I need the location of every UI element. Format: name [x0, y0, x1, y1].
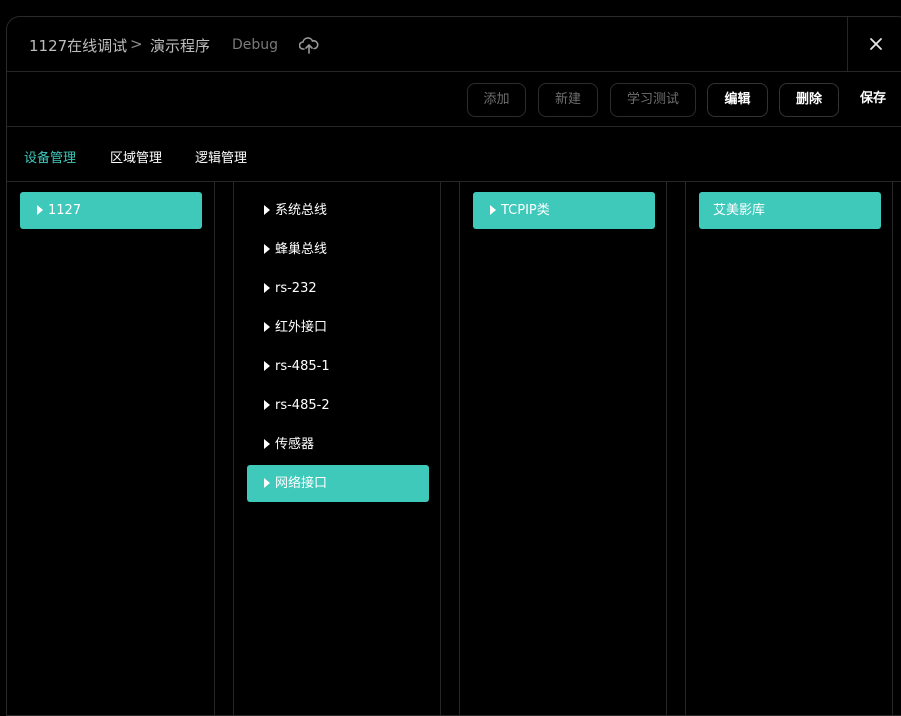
caret-right-icon	[490, 205, 496, 215]
interface-item-label: rs-485-2	[275, 398, 330, 413]
interface-item-label: 蜂巢总线	[275, 242, 328, 257]
title-bar: 1127在线调试 > 演示程序 Debug	[7, 17, 901, 72]
close-button[interactable]	[847, 17, 901, 72]
caret-right-icon	[264, 439, 270, 449]
model-item[interactable]: 艾美影库	[699, 192, 881, 229]
interface-column: 系统总线 蜂巢总线 rs-232 红外接口 rs-485-1 rs-485-2 …	[233, 182, 441, 715]
device-item-label: 1127	[48, 203, 82, 218]
model-column: 艾美影库	[685, 182, 893, 715]
breadcrumb-program: 演示程序	[150, 37, 211, 55]
close-icon[interactable]	[869, 37, 883, 51]
interface-item-label: rs-485-1	[275, 359, 330, 374]
device-columns: 1127 系统总线 蜂巢总线 rs-232 红外接口 rs-485-1 rs-4…	[7, 182, 901, 715]
interface-item[interactable]: rs-485-2	[247, 387, 429, 424]
tab-area-management[interactable]: 区域管理	[110, 147, 162, 166]
interface-item[interactable]: 传感器	[247, 426, 429, 463]
breadcrumb-separator: >	[130, 35, 143, 53]
interface-item-selected[interactable]: 网络接口	[247, 465, 429, 502]
new-button[interactable]: 新建	[538, 83, 598, 117]
tab-bar: 设备管理 区域管理 逻辑管理	[7, 127, 901, 182]
interface-item-label: 系统总线	[275, 203, 328, 218]
interface-item[interactable]: 系统总线	[247, 192, 429, 229]
model-item-label: 艾美影库	[713, 203, 766, 218]
interface-item[interactable]: 红外接口	[247, 309, 429, 346]
interface-item-label: 传感器	[275, 437, 315, 452]
delete-button[interactable]: 删除	[779, 83, 839, 117]
device-column: 1127	[7, 182, 215, 715]
caret-right-icon	[264, 361, 270, 371]
category-item-label: TCPIP类	[501, 203, 550, 218]
caret-right-icon	[264, 244, 270, 254]
save-button[interactable]: 保存	[853, 83, 893, 117]
category-item[interactable]: TCPIP类	[473, 192, 655, 229]
category-column: TCPIP类	[459, 182, 667, 715]
mode-label: Debug	[232, 37, 279, 53]
interface-item-label: 网络接口	[275, 476, 328, 491]
caret-right-icon	[37, 205, 43, 215]
caret-right-icon	[264, 283, 270, 293]
interface-item[interactable]: 蜂巢总线	[247, 231, 429, 268]
interface-item[interactable]: rs-232	[247, 270, 429, 307]
caret-right-icon	[264, 205, 270, 215]
add-button[interactable]: 添加	[467, 83, 526, 117]
caret-right-icon	[264, 478, 270, 488]
breadcrumb-project[interactable]: 1127在线调试	[29, 35, 127, 56]
interface-item-label: 红外接口	[275, 320, 328, 335]
caret-right-icon	[264, 400, 270, 410]
edit-button[interactable]: 编辑	[707, 83, 768, 117]
interface-item[interactable]: rs-485-1	[247, 348, 429, 385]
device-item[interactable]: 1127	[20, 192, 202, 229]
interface-item-label: rs-232	[275, 281, 317, 296]
cloud-sync-icon[interactable]	[299, 37, 319, 55]
caret-right-icon	[264, 322, 270, 332]
toolbar: 添加 新建 学习测试 编辑 删除 保存	[7, 72, 901, 127]
tab-device-management[interactable]: 设备管理	[24, 147, 76, 166]
learn-test-button[interactable]: 学习测试	[610, 83, 696, 117]
tab-logic-management[interactable]: 逻辑管理	[195, 147, 247, 166]
dialog-window: 1127在线调试 > 演示程序 Debug 添加 新建 学习测试 编辑 删除 保…	[6, 16, 901, 716]
